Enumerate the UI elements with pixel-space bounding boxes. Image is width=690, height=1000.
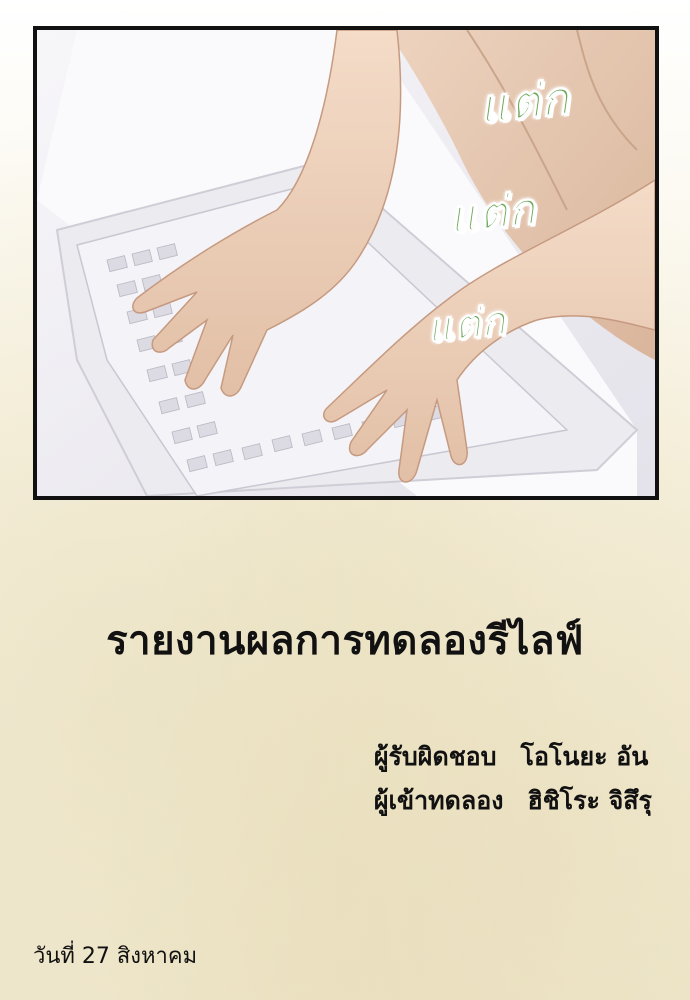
- supervisor-row: ผู้รับผิดชอบ โอโนยะ อัน: [374, 735, 652, 779]
- sound-effect-text: แต่ก: [424, 297, 509, 352]
- subject-role-label: ผู้เข้าทดลอง: [373, 786, 504, 815]
- report-title: รายงานผลการทดลองรีไลฟ์: [106, 618, 584, 664]
- report-date: วันที่ 27 สิงหาคม: [33, 944, 198, 969]
- supervisor-name: โอโนยะ อัน: [520, 742, 649, 771]
- credits-block: ผู้รับผิดชอบ โอโนยะ อัน ผู้เข้าทดลอง ฮิช…: [374, 735, 652, 823]
- manga-panel: แต่ก แต่ก แต่ก: [33, 26, 659, 500]
- subject-row: ผู้เข้าทดลอง ฮิชิโระ จิสึรุ: [374, 779, 652, 823]
- subject-name: ฮิชิโระ จิสึรุ: [527, 786, 652, 815]
- sound-effect-text: แต่ก: [446, 183, 539, 244]
- supervisor-role-label: ผู้รับผิดชอบ: [373, 742, 497, 771]
- sound-effect-text: แต่ก: [476, 70, 573, 134]
